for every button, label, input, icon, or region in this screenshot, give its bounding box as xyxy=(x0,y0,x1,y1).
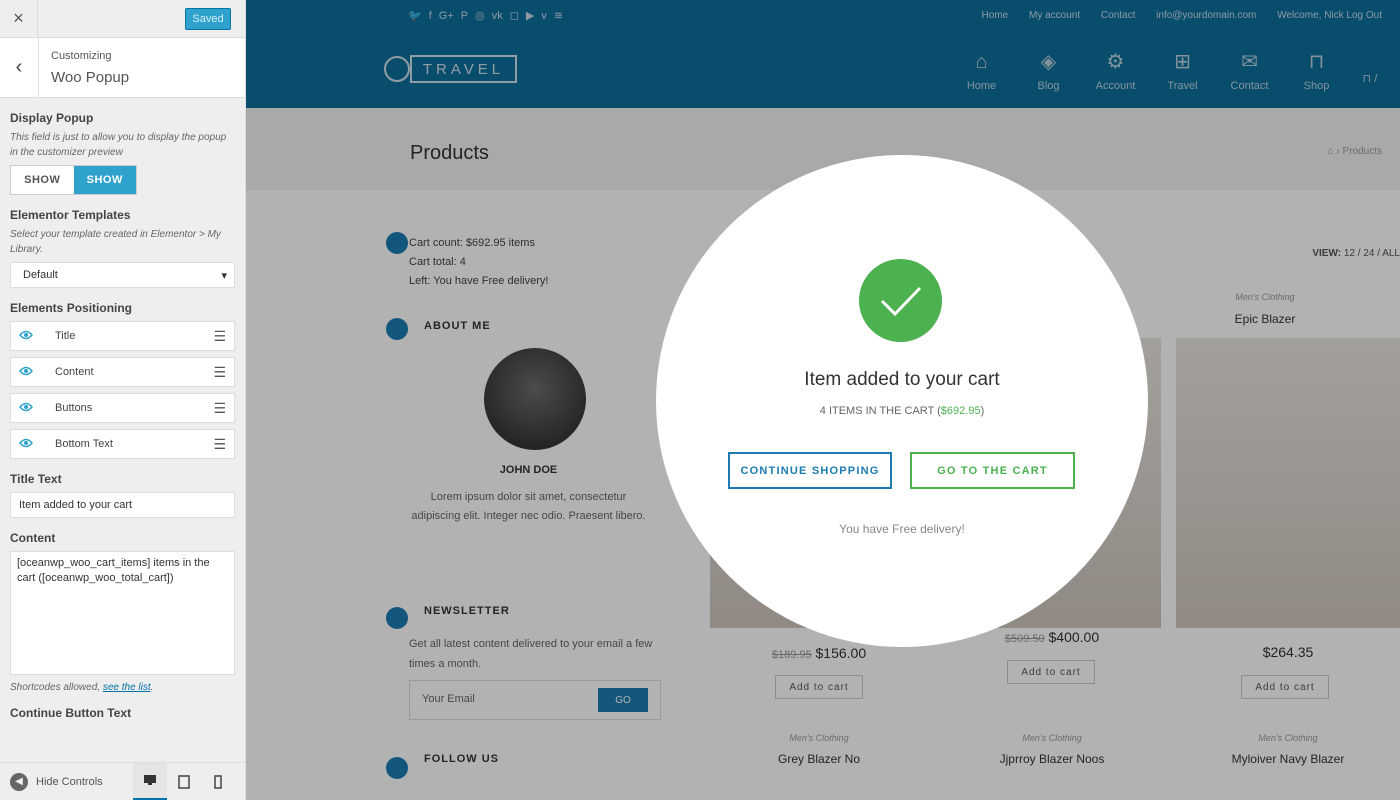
drag-handle-icon[interactable]: ☰ xyxy=(213,364,226,381)
back-arrow-icon[interactable]: ‹ xyxy=(0,38,39,97)
toggle-option-on[interactable]: SHOW xyxy=(73,166,136,194)
desktop-preview-icon[interactable] xyxy=(133,762,167,800)
popup-content-prefix: 4 ITEMS IN THE CART ( xyxy=(819,405,941,417)
position-item-label: Buttons xyxy=(55,402,93,414)
position-item-label: Title xyxy=(55,330,76,342)
position-item-content[interactable]: Content ☰ xyxy=(10,357,235,387)
display-popup-label: Display Popup xyxy=(10,111,94,125)
section-subtitle: Customizing xyxy=(51,50,112,62)
title-text-field[interactable]: Item added to your cart xyxy=(10,492,235,518)
toggle-option-off[interactable]: SHOW xyxy=(11,166,74,194)
see-list-link[interactable]: see the list xyxy=(103,682,151,693)
elementor-template-select[interactable]: Default ▾ xyxy=(10,262,235,288)
shortcodes-note: Shortcodes allowed, see the list. xyxy=(10,682,235,693)
hide-controls-button[interactable]: Hide Controls xyxy=(36,776,133,788)
shortcodes-note-text: Shortcodes allowed, xyxy=(10,682,103,693)
cart-popup: Item added to your cart 4 ITEMS IN THE C… xyxy=(656,155,1148,647)
elements-positioning-label: Elements Positioning xyxy=(10,301,133,315)
saved-button[interactable]: Saved xyxy=(185,8,231,30)
content-label: Content xyxy=(10,531,56,545)
elementor-templates-desc: Select your template created in Elemento… xyxy=(10,229,221,255)
mobile-preview-icon[interactable] xyxy=(201,763,235,800)
position-item-label: Content xyxy=(55,366,94,378)
close-icon[interactable]: × xyxy=(0,0,38,37)
chevron-down-icon: ▾ xyxy=(221,269,227,282)
content-textarea[interactable]: [oceanwp_woo_cart_items] items in the ca… xyxy=(10,551,235,675)
position-item-buttons[interactable]: Buttons ☰ xyxy=(10,393,235,423)
drag-handle-icon[interactable]: ☰ xyxy=(213,328,226,345)
customizer-footer: ◀ Hide Controls xyxy=(0,762,245,800)
display-popup-desc: This field is just to allow you to displ… xyxy=(10,132,227,158)
popup-title: Item added to your cart xyxy=(804,369,1000,390)
position-item-label: Bottom Text xyxy=(55,438,113,450)
eye-icon[interactable] xyxy=(19,366,45,379)
customizer-panel: × Saved ‹ Customizing Woo Popup Display … xyxy=(0,0,246,800)
eye-icon[interactable] xyxy=(19,330,45,343)
drag-handle-icon[interactable]: ☰ xyxy=(213,400,226,417)
popup-bottom-text: You have Free delivery! xyxy=(839,522,965,536)
eye-icon[interactable] xyxy=(19,438,45,451)
section-title: Woo Popup xyxy=(51,69,130,86)
popup-content-suffix: ) xyxy=(980,405,985,417)
position-item-bottom-text[interactable]: Bottom Text ☰ xyxy=(10,429,235,459)
checkmark-icon xyxy=(859,259,942,342)
position-item-title[interactable]: Title ☰ xyxy=(10,321,235,351)
drag-handle-icon[interactable]: ☰ xyxy=(213,436,226,453)
popup-content-price: $692.95 xyxy=(940,405,981,417)
select-value: Default xyxy=(23,269,58,281)
shortcodes-note-end: . xyxy=(150,682,154,693)
customizer-topbar: × Saved xyxy=(0,0,245,38)
title-text-label: Title Text xyxy=(10,472,62,486)
display-popup-toggle: SHOW SHOW xyxy=(10,165,137,195)
elementor-templates-label: Elementor Templates xyxy=(10,208,131,222)
eye-icon[interactable] xyxy=(19,402,45,415)
hide-controls-icon[interactable]: ◀ xyxy=(10,772,28,791)
popup-content: 4 ITEMS IN THE CART ($692.95) xyxy=(656,405,1148,417)
continue-button-text-label: Continue Button Text xyxy=(10,706,132,720)
go-to-cart-button[interactable]: GO TO THE CART xyxy=(910,452,1075,489)
section-header: ‹ Customizing Woo Popup xyxy=(0,38,245,98)
continue-shopping-button[interactable]: CONTINUE SHOPPING xyxy=(728,452,892,489)
tablet-preview-icon[interactable] xyxy=(167,763,201,800)
